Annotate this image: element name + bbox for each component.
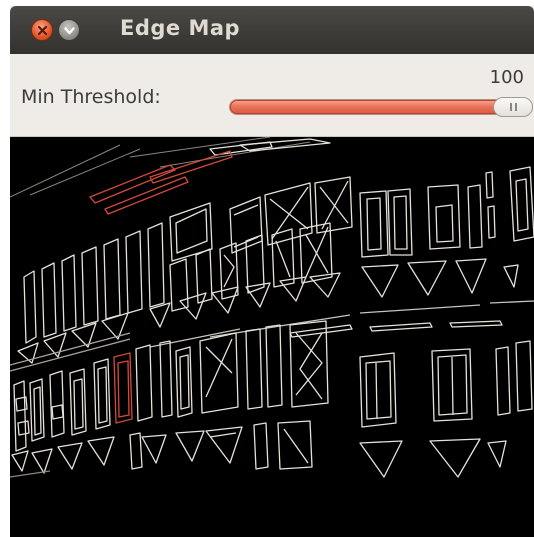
edge-map-canvas [10,137,534,478]
chevron-down-icon[interactable] [58,19,80,41]
slider-fill [230,100,514,114]
close-icon[interactable] [31,19,53,41]
threshold-slider[interactable] [229,99,533,115]
edge-map-image [10,137,534,537]
slider-thumb[interactable] [493,97,533,117]
edge-map-window: Edge Map Min Threshold: 100 [10,6,534,537]
threshold-panel: Min Threshold: 100 [10,54,534,137]
threshold-label: Min Threshold: [21,86,161,108]
grip-line [515,103,517,111]
title-bar[interactable]: Edge Map [10,6,534,54]
window-title: Edge Map [120,16,241,40]
grip-line [510,103,512,111]
threshold-value: 100 [489,67,524,88]
